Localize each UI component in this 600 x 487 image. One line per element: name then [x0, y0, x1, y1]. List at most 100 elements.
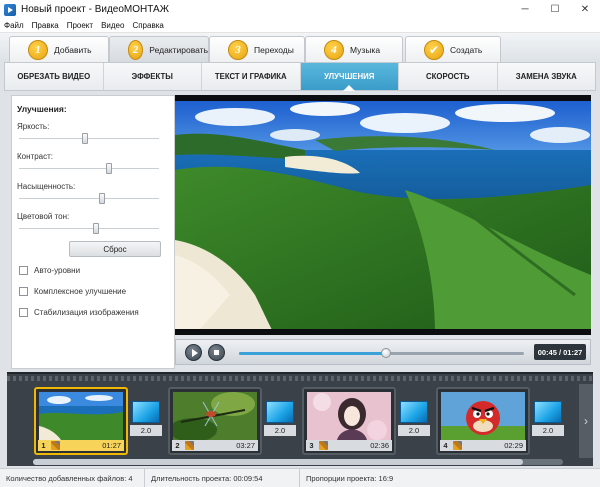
- step-create[interactable]: ✔ Создать: [405, 36, 501, 62]
- tab-effects[interactable]: ЭФФЕКТЫ: [104, 63, 202, 90]
- step-label: Редактировать: [149, 44, 208, 55]
- transition-slot[interactable]: 2.0: [532, 401, 564, 439]
- step-number-icon: 1: [28, 39, 48, 60]
- clip-thumbnail: [307, 392, 391, 440]
- pencil-icon[interactable]: [51, 441, 60, 450]
- step-edit[interactable]: 2 Редактировать: [109, 36, 209, 62]
- step-music[interactable]: 4 Музыка: [305, 36, 403, 62]
- step-bar: 1 Добавить 2 Редактировать 3 Переходы 4 …: [0, 33, 600, 62]
- menu-file[interactable]: Файл: [0, 21, 28, 30]
- menu-help[interactable]: Справка: [128, 21, 167, 30]
- clip-number: 1: [41, 441, 46, 450]
- tab-trim-video[interactable]: ОБРЕЗАТЬ ВИДЕО: [5, 63, 104, 90]
- window-title: Новый проект - ВидеоМОНТАЖ: [21, 4, 169, 15]
- maximize-button[interactable]: ☐: [540, 0, 570, 19]
- close-button[interactable]: ✕: [570, 0, 600, 19]
- auto-levels-option[interactable]: Авто-уровни: [19, 266, 80, 275]
- transition-duration: 2.0: [130, 425, 162, 436]
- scrollbar-thumb[interactable]: [33, 459, 523, 465]
- menu-video[interactable]: Видео: [97, 21, 128, 30]
- status-files-count: Количество добавленных файлов: 4: [0, 468, 145, 487]
- enhancements-panel: Улучшения: Яркость: Контраст: Насыщеннос…: [11, 95, 175, 369]
- complex-enhance-checkbox[interactable]: [19, 287, 28, 296]
- complex-enhance-option[interactable]: Комплексное улучшение: [19, 287, 126, 296]
- progress-fill: [239, 352, 387, 355]
- transition-slot[interactable]: 2.0: [130, 401, 162, 439]
- step-label: Переходы: [254, 44, 294, 55]
- play-button[interactable]: [185, 344, 202, 361]
- status-aspect-ratio: Пропорции проекта: 16:9: [306, 473, 394, 483]
- transition-icon: [400, 401, 428, 423]
- status-bar: Количество добавленных файлов: 4 Длитель…: [0, 468, 600, 487]
- step-label: Создать: [450, 44, 483, 55]
- transition-slot[interactable]: 2.0: [398, 401, 430, 439]
- slider-thumb[interactable]: [99, 193, 106, 204]
- playback-progress[interactable]: [239, 348, 524, 358]
- auto-levels-checkbox[interactable]: [19, 266, 28, 275]
- stabilization-checkbox[interactable]: [19, 308, 28, 317]
- contrast-slider[interactable]: [19, 163, 159, 174]
- clip-info-bar: 3 02:36: [306, 440, 392, 451]
- clip-duration: 01:27: [102, 441, 121, 450]
- clip-info-bar: 1 01:27: [38, 440, 124, 451]
- timeline-clip[interactable]: 4 02:29: [436, 387, 530, 455]
- timeline-scrollbar[interactable]: [33, 459, 563, 465]
- pencil-icon[interactable]: [185, 441, 194, 450]
- transition-icon: [132, 401, 160, 423]
- clip-thumbnail: [39, 392, 123, 440]
- status-project-length: Длительность проекта: 00:09:54: [145, 468, 300, 487]
- menu-edit[interactable]: Правка: [28, 21, 63, 30]
- step-add[interactable]: 1 Добавить: [9, 36, 109, 62]
- reset-button[interactable]: Сброс: [69, 241, 161, 257]
- timeline-clip[interactable]: 3 02:36: [302, 387, 396, 455]
- clip-number: 2: [175, 441, 180, 450]
- clip-info-bar: 4 02:29: [440, 440, 526, 451]
- contrast-label: Контраст:: [17, 152, 53, 161]
- stabilization-option[interactable]: Стабилизация изображения: [19, 308, 139, 317]
- tab-text-graphics[interactable]: ТЕКСТ И ГРАФИКА: [202, 63, 301, 90]
- transition-slot[interactable]: 2.0: [264, 401, 296, 439]
- tab-speed[interactable]: СКОРОСТЬ: [399, 63, 498, 90]
- hue-label: Цветовой тон:: [17, 212, 70, 221]
- clip-duration: 02:29: [504, 441, 523, 450]
- clip-number: 3: [309, 441, 314, 450]
- brightness-slider[interactable]: [19, 133, 159, 144]
- step-transitions[interactable]: 3 Переходы: [209, 36, 305, 62]
- slider-thumb[interactable]: [92, 223, 99, 234]
- app-icon: [4, 3, 16, 16]
- brightness-label: Яркость:: [17, 122, 50, 131]
- step-label: Музыка: [350, 44, 381, 55]
- video-preview[interactable]: [175, 95, 591, 335]
- saturation-slider[interactable]: [19, 193, 159, 204]
- minimize-button[interactable]: ─: [510, 0, 540, 19]
- pencil-icon[interactable]: [319, 441, 328, 450]
- checkbox-label: Стабилизация изображения: [34, 308, 139, 317]
- tab-replace-audio[interactable]: ЗАМЕНА ЗВУКА: [498, 63, 596, 90]
- transition-icon: [534, 401, 562, 423]
- tab-enhancements[interactable]: УЛУЧШЕНИЯ: [300, 63, 399, 91]
- video-frame-image: [175, 95, 591, 335]
- timeline-clip[interactable]: 1 01:27: [34, 387, 128, 455]
- transition-duration: 2.0: [398, 425, 430, 436]
- pencil-icon[interactable]: [453, 441, 462, 450]
- timeline-clip[interactable]: 2 03:27: [168, 387, 262, 455]
- clip-info-bar: 2 03:27: [172, 440, 258, 451]
- menu-project[interactable]: Проект: [63, 21, 97, 30]
- checkbox-label: Авто-уровни: [34, 266, 81, 275]
- panel-title: Улучшения:: [17, 104, 67, 114]
- scroll-right-icon[interactable]: ›: [579, 384, 593, 458]
- time-display: 00:45 / 01:27: [534, 344, 586, 360]
- timeline: 1 01:27 2.0 2 03:27 2.0 3 02:36 2.0 4 02…: [7, 372, 593, 466]
- transition-icon: [266, 401, 294, 423]
- progress-knob[interactable]: [381, 348, 392, 358]
- slider-thumb[interactable]: [106, 163, 113, 174]
- clip-thumbnail: [173, 392, 257, 440]
- edit-subtabs: ОБРЕЗАТЬ ВИДЕО ЭФФЕКТЫ ТЕКСТ И ГРАФИКА У…: [4, 62, 596, 91]
- step-number-icon: 3: [228, 39, 248, 60]
- step-label: Добавить: [54, 44, 92, 55]
- checkmark-icon: ✔: [424, 39, 444, 60]
- stop-button[interactable]: [208, 344, 225, 361]
- hue-slider[interactable]: [19, 223, 159, 234]
- slider-thumb[interactable]: [81, 133, 88, 144]
- transition-duration: 2.0: [532, 425, 564, 436]
